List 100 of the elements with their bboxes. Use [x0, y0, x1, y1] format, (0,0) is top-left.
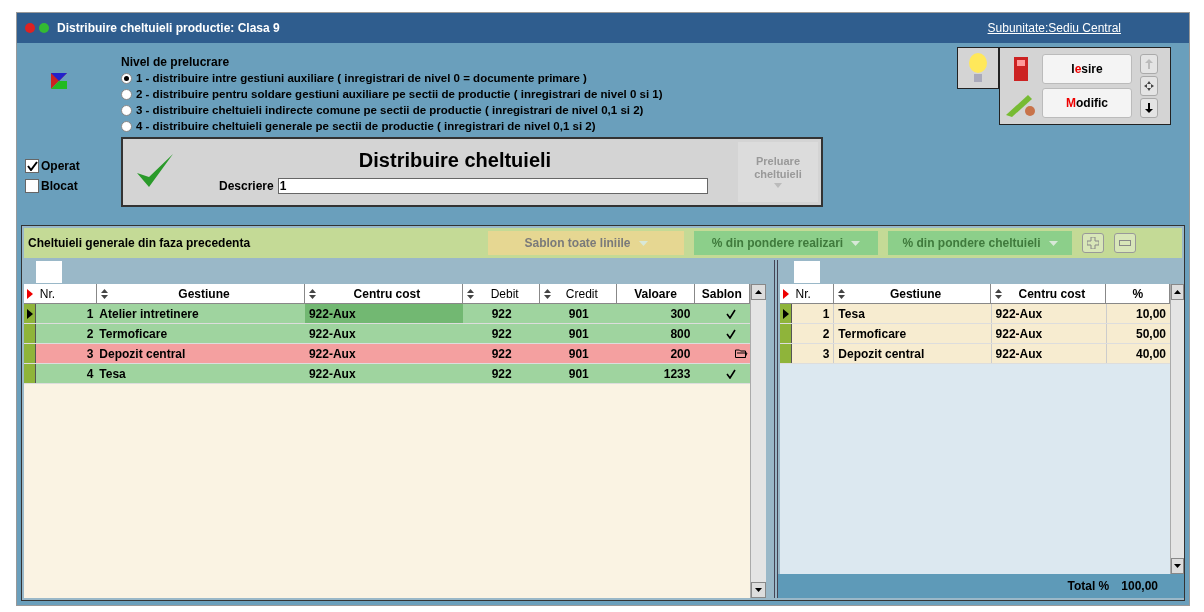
- current-row-icon: [26, 288, 33, 299]
- table-cell-text: 922-Aux: [307, 366, 357, 383]
- table-cell-text: 10,00: [1135, 306, 1167, 323]
- column-header[interactable]: Credit: [540, 284, 618, 304]
- table-cell-text: 3: [85, 346, 95, 363]
- current-row-icon: [782, 288, 789, 299]
- subunit-link[interactable]: Subunitate:Sediu Central: [987, 18, 1121, 37]
- table-cell-text: 901: [567, 366, 590, 383]
- check-icon: [726, 368, 736, 379]
- window-title: Distribuire cheltuieli productie: Clasa 9: [57, 19, 280, 37]
- scrollbar[interactable]: [1170, 284, 1184, 574]
- scroll-up-button[interactable]: [751, 284, 766, 300]
- arrow-up-icon: [1145, 58, 1153, 69]
- add-button[interactable]: [1082, 233, 1104, 253]
- scroll-down-button[interactable]: [1171, 558, 1184, 574]
- table-cell-text: 200: [669, 346, 692, 363]
- column-header[interactable]: Nr.: [35, 284, 98, 304]
- table-cell-text: 1233: [662, 366, 692, 383]
- radio-button[interactable]: [121, 73, 132, 85]
- app-logo-icon: [51, 72, 67, 89]
- minus-icon: [1119, 240, 1131, 246]
- remove-button[interactable]: [1114, 233, 1136, 253]
- table-cell: 922-Aux: [991, 324, 1107, 343]
- table-cell-text: Atelier intretinere: [98, 306, 200, 323]
- sort-icon: [308, 288, 316, 299]
- filter-field[interactable]: [36, 261, 62, 283]
- column-header[interactable]: %: [1106, 284, 1170, 304]
- plus-icon: [1087, 237, 1099, 249]
- check-icon: [726, 308, 736, 319]
- row-marker[interactable]: [24, 304, 36, 323]
- radio-label: 2 - distribuire pentru soldare gestiuni auxiliare pe sectii de productie ( inregistrari de nivel 0 si 1): [136, 87, 663, 103]
- table-cell-text: 901: [567, 326, 590, 343]
- radio-label: 1 - distribuire intre gestiuni auxiliare ( inregistrari de nivel 0 = documente primare ): [136, 71, 587, 87]
- check-icon: [726, 328, 736, 339]
- column-header[interactable]: Valoare: [617, 284, 695, 304]
- four-arrows-icon: [1144, 80, 1154, 91]
- sort-icon: [101, 288, 109, 299]
- row-marker[interactable]: [780, 344, 792, 363]
- table-cell-text: 1: [85, 306, 95, 323]
- scroll-up-button[interactable]: [1171, 284, 1184, 300]
- caret-up-icon: [1174, 290, 1181, 294]
- radio-button[interactable]: [121, 121, 132, 133]
- table-cell-text: 922-Aux: [307, 326, 357, 343]
- sort-icon: [544, 288, 552, 299]
- current-row-icon: [26, 308, 33, 319]
- column-header[interactable]: Gestiune: [833, 284, 992, 304]
- column-header[interactable]: Gestiune: [97, 284, 305, 304]
- filter-field[interactable]: [794, 261, 820, 283]
- table-cell-text: 2: [85, 326, 95, 343]
- table-cell-text: 901: [567, 346, 590, 363]
- move-all-button[interactable]: [1140, 75, 1158, 96]
- radio-button[interactable]: [121, 105, 132, 117]
- description-field[interactable]: 1: [277, 177, 708, 194]
- sort-icon: [995, 288, 1003, 299]
- table-cell: Depozit central: [834, 344, 992, 363]
- table-cell: 922-Aux: [991, 304, 1107, 323]
- radio-label: 4 - distribuire cheltuieli generale pe sectii de productie ( inregistrari de nivel 0,1 si 2): [136, 119, 596, 135]
- table-cell-text: 922: [490, 326, 513, 343]
- checkbox[interactable]: [25, 178, 39, 193]
- checkbox-label: Operat: [41, 157, 80, 175]
- table-cell: 922-Aux: [304, 304, 464, 323]
- row-marker[interactable]: [780, 304, 792, 323]
- table-cell-text: 4: [85, 366, 95, 383]
- column-header[interactable]: Nr.: [791, 284, 834, 304]
- row-marker[interactable]: [24, 364, 36, 383]
- caret-icon: [1048, 240, 1058, 246]
- row-marker[interactable]: [24, 344, 36, 363]
- table-cell-text: 300: [669, 306, 692, 323]
- field-label: Descriere: [219, 177, 274, 195]
- action-button[interactable]: Modific: [1042, 87, 1132, 118]
- table-cell-text: 40,00: [1135, 346, 1167, 363]
- table-cell-text: 922-Aux: [307, 346, 357, 363]
- table-cell-text: Depozit central: [98, 346, 187, 363]
- move-down-button[interactable]: [1140, 97, 1158, 118]
- column-header[interactable]: Sablon: [694, 284, 750, 304]
- scroll-down-button[interactable]: [751, 582, 766, 598]
- sort-icon: [467, 288, 475, 299]
- column-header[interactable]: Debit: [463, 284, 541, 304]
- column-header[interactable]: Centru cost: [304, 284, 464, 304]
- hint-button[interactable]: [957, 46, 999, 89]
- table-cell-text: 800: [669, 326, 692, 343]
- caret-icon: [638, 240, 648, 246]
- current-row-icon: [782, 308, 789, 319]
- caret-down-icon: [755, 588, 762, 592]
- sort-icon: [837, 288, 845, 299]
- folder-icon: [735, 349, 748, 358]
- radio-button[interactable]: [121, 89, 132, 101]
- action-button[interactable]: Iesire: [1042, 53, 1132, 84]
- scrollbar[interactable]: [750, 284, 766, 598]
- section-label: Nivel de prelucrare: [121, 53, 231, 71]
- row-marker[interactable]: [24, 324, 36, 343]
- arrow-down-icon: [1145, 102, 1153, 113]
- form-title: Distribuire cheltuieli: [358, 147, 552, 173]
- table-cell: Tesa: [834, 304, 992, 323]
- table-cell-text: Termoficare: [98, 326, 169, 343]
- checkbox-label: Blocat: [41, 177, 78, 195]
- table-cell-text: 50,00: [1135, 326, 1167, 343]
- column-header[interactable]: Centru cost: [991, 284, 1107, 304]
- row-marker[interactable]: [780, 324, 792, 343]
- checkbox[interactable]: [25, 158, 39, 173]
